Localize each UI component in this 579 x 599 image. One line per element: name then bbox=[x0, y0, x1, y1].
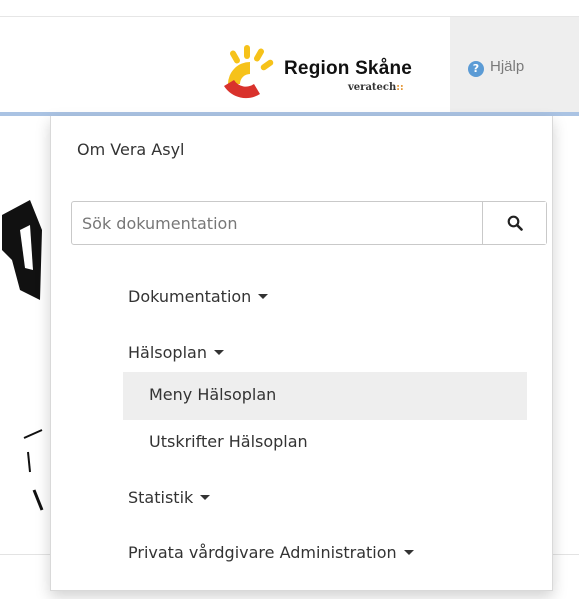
submenu-utskrifter-halsoplan[interactable]: Utskrifter Hälsoplan bbox=[149, 432, 308, 451]
logo-title: Region Skåne bbox=[284, 58, 413, 79]
search-input[interactable] bbox=[72, 202, 484, 244]
menu-statistik[interactable]: Statistik bbox=[128, 488, 211, 507]
question-circle-icon: ? bbox=[468, 61, 484, 77]
caret-down-icon bbox=[403, 550, 414, 555]
menu-privata-vardgivare-administration[interactable]: Privata vårdgivare Administration bbox=[128, 543, 414, 562]
logo-subtitle: veratech:: bbox=[348, 82, 404, 93]
region-skane-logo-icon bbox=[224, 45, 274, 99]
caret-down-icon bbox=[213, 350, 224, 355]
menu-halsoplan[interactable]: Hälsoplan bbox=[128, 343, 224, 362]
region-skane-logo[interactable]: Region Skåne veratech:: bbox=[220, 44, 448, 104]
help-label: Hjälp bbox=[490, 58, 525, 75]
search-button[interactable] bbox=[482, 202, 546, 244]
submenu-meny-halsoplan[interactable]: Meny Hälsoplan bbox=[149, 385, 276, 404]
search-icon bbox=[507, 215, 523, 231]
caret-down-icon bbox=[200, 495, 211, 500]
caret-down-icon bbox=[258, 294, 269, 299]
search-documentation-group bbox=[71, 201, 547, 245]
help-dropdown-menu: Om Vera Asyl Dokumentation Hälsoplan Men… bbox=[50, 116, 553, 591]
menu-dokumentation[interactable]: Dokumentation bbox=[128, 287, 269, 306]
about-link[interactable]: Om Vera Asyl bbox=[77, 140, 184, 159]
help-menu-toggle[interactable]: ? Hjälp bbox=[450, 17, 579, 112]
